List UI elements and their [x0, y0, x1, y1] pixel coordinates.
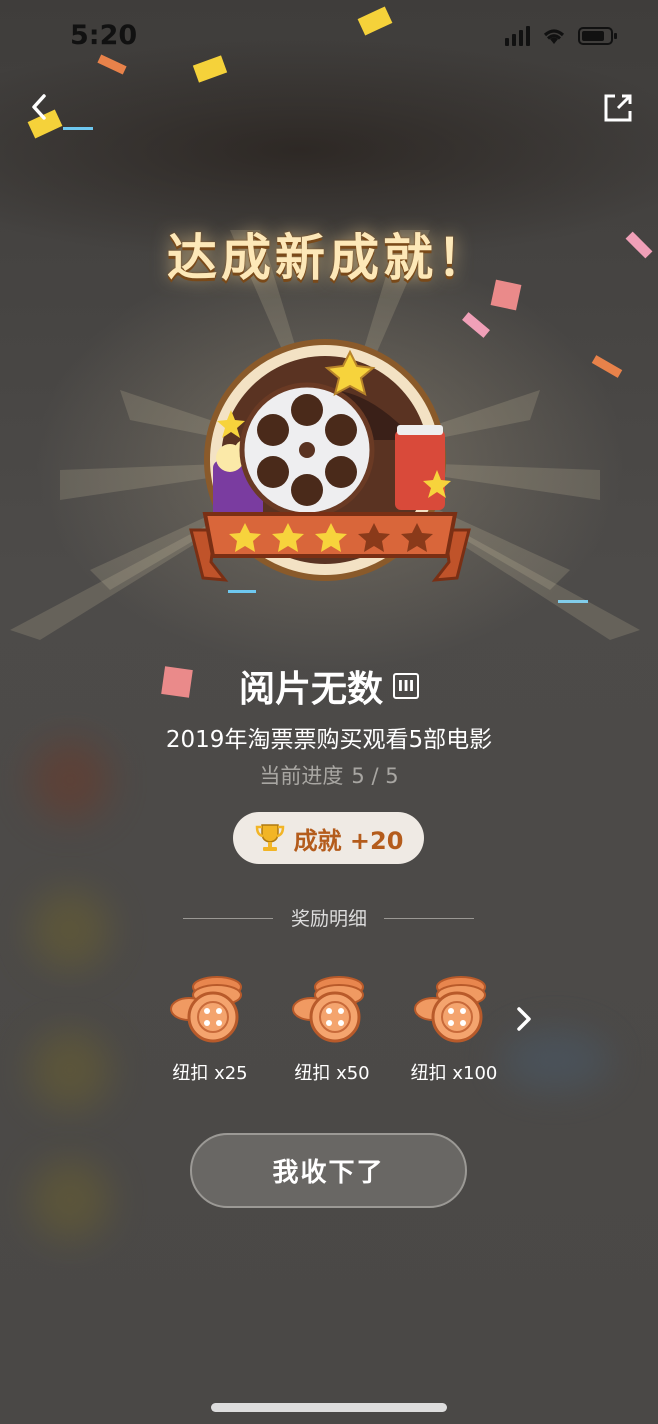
points-label: 成就 +20 — [293, 826, 404, 855]
status-time: 5:20 — [70, 20, 138, 51]
chevron-right-icon[interactable] — [512, 1005, 536, 1033]
status-bar: 5:20 — [0, 0, 658, 80]
battery-icon — [578, 26, 618, 46]
confetti — [63, 127, 93, 130]
divider — [384, 918, 474, 919]
reward-item: 纽扣 x50 — [272, 965, 392, 1085]
achievement-progress: 当前进度 5 / 5 — [0, 760, 658, 790]
achievement-title-row: 阅片无数 III — [0, 660, 658, 712]
wifi-icon — [540, 26, 568, 46]
reward-list: 纽扣 x25 纽扣 x50 纽扣 x100 — [150, 965, 510, 1095]
reward-item: 纽扣 x100 — [394, 965, 514, 1085]
reward-label: 纽扣 x25 — [172, 1063, 248, 1084]
signal-icon — [505, 26, 530, 46]
reward-item: 纽扣 x25 — [150, 965, 270, 1085]
points-badge: 成就 +20 — [233, 812, 424, 864]
achievement-description: 2019年淘票票购买观看5部电影 — [165, 727, 493, 753]
progress-value: 5 / 5 — [351, 764, 399, 788]
film-reel-badge-icon — [189, 339, 471, 582]
back-icon[interactable] — [22, 88, 62, 128]
button-coins-icon — [292, 976, 364, 1043]
reward-title: 奖励明细 — [290, 908, 367, 930]
home-indicator[interactable] — [211, 1403, 447, 1412]
achievement-headline: 达成新成就！ — [167, 229, 491, 287]
accept-button[interactable]: 我收下了 — [190, 1133, 467, 1208]
trophy-icon — [255, 824, 284, 851]
level-badge: III — [393, 673, 419, 699]
reward-label: 纽扣 x100 — [410, 1063, 498, 1084]
blurred-bg-item — [30, 1160, 110, 1240]
reward-header: 奖励明细 — [0, 905, 658, 933]
reward-label: 纽扣 x50 — [294, 1063, 370, 1084]
achievement-title: 阅片无数 — [238, 669, 383, 710]
blurred-bg-item — [500, 1030, 610, 1090]
status-icons — [505, 26, 618, 46]
progress-label: 当前进度 — [259, 764, 344, 788]
button-coins-icon — [170, 976, 242, 1043]
button-coins-icon — [414, 976, 486, 1043]
share-icon[interactable] — [598, 88, 638, 128]
blurred-bg-item — [30, 1030, 110, 1110]
